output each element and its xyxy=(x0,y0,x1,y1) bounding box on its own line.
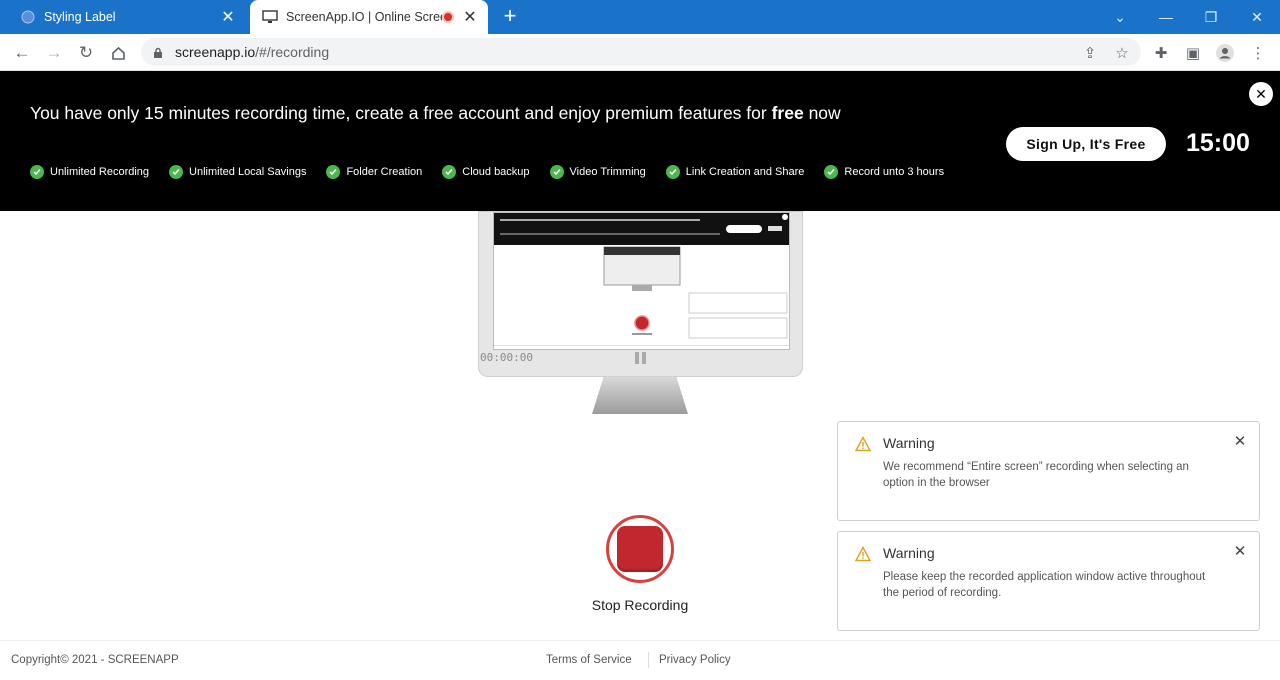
check-icon xyxy=(442,165,457,179)
minimize-window-icon[interactable]: — xyxy=(1153,4,1179,30)
toast-message: We recommend “Entire screen” recording w… xyxy=(883,461,1189,489)
recording-indicator-icon xyxy=(442,11,454,23)
check-icon xyxy=(326,165,341,179)
check-icon xyxy=(169,165,184,179)
feature-item: Video Trimming xyxy=(549,165,646,179)
feature-list: Unlimited Recording Unlimited Local Savi… xyxy=(30,165,964,179)
privacy-policy-link[interactable]: Privacy Policy xyxy=(659,654,731,666)
stop-recording-label: Stop Recording xyxy=(591,597,689,613)
banner-headline: You have only 15 minutes recording time,… xyxy=(30,103,841,123)
check-icon xyxy=(824,165,839,179)
tab-title: Styling Label xyxy=(44,10,116,24)
terms-of-service-link[interactable]: Terms of Service xyxy=(546,654,632,666)
sign-up-button[interactable]: Sign Up, It's Free xyxy=(1006,127,1166,161)
check-icon xyxy=(549,165,564,179)
tab-title: ScreenApp.IO | Online Screen xyxy=(286,10,442,24)
check-icon xyxy=(665,165,680,179)
home-icon[interactable] xyxy=(105,40,131,66)
close-window-icon[interactable]: ✕ xyxy=(1244,4,1270,30)
close-tab-icon[interactable]: ✕ xyxy=(218,7,238,27)
feature-item: Folder Creation xyxy=(326,165,422,179)
browser-menu-icon[interactable]: ⋮ xyxy=(1245,40,1271,66)
reload-icon[interactable]: ↻ xyxy=(73,40,99,66)
preview-banner xyxy=(494,213,789,245)
toast-title: Warning xyxy=(883,435,935,451)
monitor-stand xyxy=(592,377,688,414)
restore-window-icon[interactable]: ❐ xyxy=(1198,4,1224,30)
preview-screen xyxy=(493,212,790,350)
close-toast-icon[interactable]: ✕ xyxy=(1231,432,1249,450)
close-toast-icon[interactable]: ✕ xyxy=(1231,542,1249,560)
toast-message: Please keep the recorded application win… xyxy=(883,571,1206,599)
feature-item: Link Creation and Share xyxy=(665,165,804,179)
warning-icon xyxy=(854,436,872,452)
toast-title: Warning xyxy=(883,545,935,561)
profile-avatar-icon[interactable] xyxy=(1212,40,1238,66)
warning-icon xyxy=(854,546,872,562)
close-tab-icon[interactable]: ✕ xyxy=(460,7,480,27)
close-banner-icon[interactable]: ✕ xyxy=(1249,82,1273,106)
check-icon xyxy=(30,165,44,179)
tab-screenapp[interactable]: ScreenApp.IO | Online Screen ✕ xyxy=(250,0,488,34)
monitor-frame: 00:00:00 xyxy=(478,211,803,377)
elapsed-time: 00:00:00 xyxy=(480,351,533,364)
feature-item: Record unto 3 hours xyxy=(824,165,944,179)
new-tab-button[interactable]: + xyxy=(498,5,522,29)
page-favicon-icon xyxy=(20,9,36,25)
pause-icon[interactable] xyxy=(633,351,649,364)
feature-item: Unlimited Local Savings xyxy=(169,165,306,179)
copyright-text: Copyright© 2021 - SCREENAPP xyxy=(11,654,179,666)
warning-toast: Warning We recommend “Entire screen” rec… xyxy=(837,421,1260,521)
monitor-favicon-icon xyxy=(262,9,278,25)
remaining-time: 15:00 xyxy=(1186,129,1250,157)
extensions-puzzle-icon[interactable]: ✚ xyxy=(1148,40,1174,66)
address-bar[interactable]: screenapp.io/#/recording xyxy=(141,38,1141,66)
page-footer: Copyright© 2021 - SCREENAPP Terms of Ser… xyxy=(0,640,1280,680)
share-icon[interactable]: ⇪ xyxy=(1077,40,1103,66)
tab-styling-label[interactable]: Styling Label ✕ xyxy=(8,0,246,34)
tab-search-chevron-icon[interactable]: ⌄ xyxy=(1107,4,1133,30)
back-arrow-icon[interactable]: ← xyxy=(9,40,35,66)
feature-item: Unlimited Recording xyxy=(30,165,149,179)
browser-toolbar: ← → ↻ screenapp.io/#/recording ⇪ ☆ ✚ ▣ ⋮ xyxy=(0,34,1280,71)
browser-tab-strip: Styling Label ✕ ScreenApp.IO | Online Sc… xyxy=(0,0,1280,34)
bookmark-star-icon[interactable]: ☆ xyxy=(1109,40,1135,66)
promo-banner: You have only 15 minutes recording time,… xyxy=(0,71,1280,211)
side-panel-icon[interactable]: ▣ xyxy=(1180,40,1206,66)
screen-preview: 00:00:00 xyxy=(478,211,803,414)
stop-icon xyxy=(617,526,663,572)
stop-recording-button[interactable] xyxy=(606,515,674,583)
footer-divider xyxy=(648,652,649,668)
warning-toast: Warning Please keep the recorded applica… xyxy=(837,531,1260,631)
feature-item: Cloud backup xyxy=(442,165,530,179)
url-text: screenapp.io/#/recording xyxy=(175,44,330,60)
forward-arrow-icon[interactable]: → xyxy=(41,40,67,66)
lock-icon xyxy=(153,46,165,58)
